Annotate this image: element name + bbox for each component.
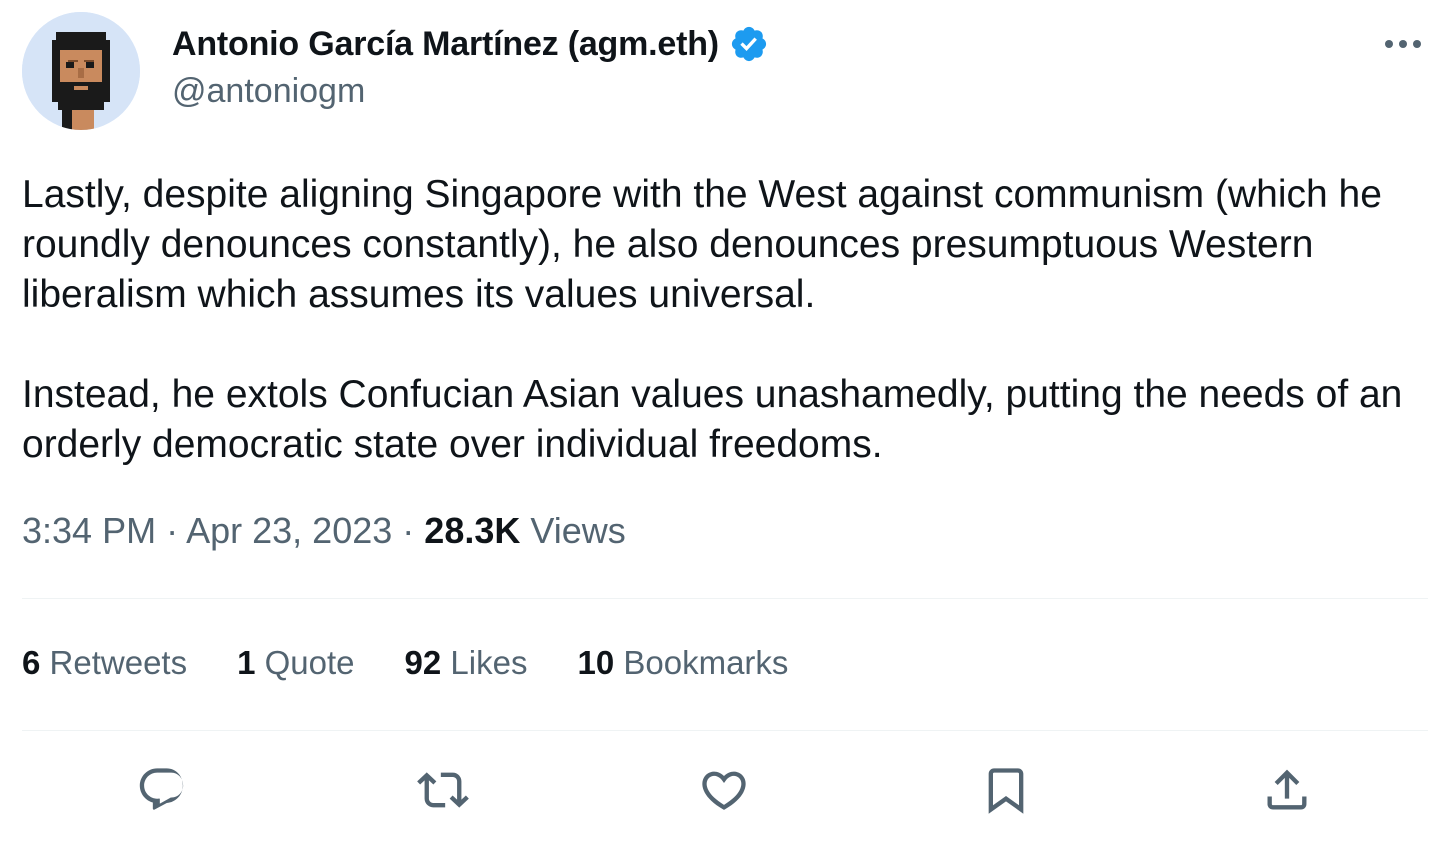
stat-retweets[interactable]: 6 Retweets bbox=[22, 644, 187, 682]
likes-count: 92 bbox=[404, 644, 442, 681]
retweet-icon bbox=[417, 772, 469, 808]
pixel-avatar-icon bbox=[22, 12, 140, 130]
stat-likes[interactable]: 92 Likes bbox=[405, 644, 528, 682]
stat-quotes[interactable]: 1 Quote bbox=[237, 644, 354, 682]
tweet-time[interactable]: 3:34 PM bbox=[22, 510, 156, 551]
retweet-button[interactable] bbox=[417, 764, 469, 816]
share-button[interactable] bbox=[1261, 764, 1313, 816]
meta-separator: · bbox=[166, 510, 179, 551]
handle[interactable]: @antoniogm bbox=[172, 72, 365, 111]
retweets-count: 6 bbox=[22, 644, 41, 681]
like-button[interactable] bbox=[698, 764, 750, 816]
reply-button[interactable] bbox=[136, 764, 188, 816]
views-count: 28.3K bbox=[424, 510, 521, 551]
tweet-text: Lastly, despite aligning Singapore with … bbox=[22, 170, 1422, 470]
divider bbox=[22, 598, 1428, 599]
retweets-label: Retweets bbox=[49, 644, 188, 681]
likes-label: Likes bbox=[450, 644, 528, 681]
more-options-button[interactable] bbox=[1380, 26, 1426, 62]
display-name[interactable]: Antonio García Martínez (agm.eth) bbox=[172, 25, 719, 64]
more-dots-icon bbox=[1385, 40, 1421, 48]
stat-bookmarks[interactable]: 10 Bookmarks bbox=[577, 644, 788, 682]
bookmark-button[interactable] bbox=[980, 764, 1032, 816]
avatar[interactable] bbox=[22, 12, 140, 130]
reply-icon bbox=[139, 768, 184, 810]
verified-badge-icon bbox=[731, 26, 766, 62]
tweet-paragraph: Lastly, despite aligning Singapore with … bbox=[22, 173, 1382, 316]
tweet-date[interactable]: Apr 23, 2023 bbox=[186, 510, 392, 551]
quotes-count: 1 bbox=[237, 644, 256, 681]
display-name-row: Antonio García Martínez (agm.eth) bbox=[172, 22, 769, 66]
divider bbox=[22, 730, 1428, 731]
quotes-label: Quote bbox=[264, 644, 355, 681]
views-label: Views bbox=[530, 510, 626, 551]
tweet-meta: 3:34 PM · Apr 23, 2023 · 28.3K Views bbox=[22, 510, 626, 552]
meta-separator: · bbox=[402, 510, 415, 551]
like-icon bbox=[702, 771, 746, 810]
tweet-paragraph: Instead, he extols Confucian Asian value… bbox=[22, 373, 1403, 466]
bookmarks-count: 10 bbox=[577, 644, 615, 681]
engagement-stats: 6 Retweets 1 Quote 92 Likes 10 Bookmarks bbox=[22, 644, 838, 682]
share-icon bbox=[1267, 769, 1307, 810]
bookmark-icon bbox=[988, 768, 1024, 814]
tweet-card: Antonio García Martínez (agm.eth) @anton… bbox=[0, 0, 1456, 848]
bookmarks-label: Bookmarks bbox=[623, 644, 789, 681]
